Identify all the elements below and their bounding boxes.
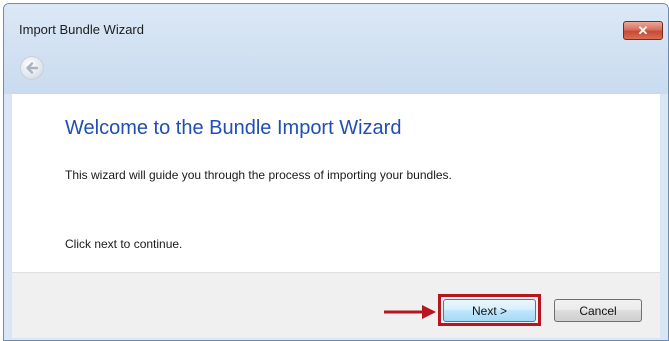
- description-text: This wizard will guide you through the p…: [65, 168, 452, 182]
- title-bar: Import Bundle Wizard ✕: [4, 4, 668, 94]
- page-title: Welcome to the Bundle Import Wizard: [65, 117, 402, 139]
- button-bar: Next > Cancel: [12, 272, 660, 338]
- back-button[interactable]: [20, 56, 44, 80]
- close-icon: ✕: [637, 22, 649, 38]
- window-title: Import Bundle Wizard: [19, 22, 144, 37]
- wizard-content: Welcome to the Bundle Import Wizard This…: [12, 94, 660, 272]
- back-arrow-icon: [26, 62, 39, 74]
- right-arrow-icon: [384, 305, 436, 319]
- next-button[interactable]: Next >: [443, 299, 536, 322]
- instruction-text: Click next to continue.: [65, 237, 183, 251]
- cancel-button[interactable]: Cancel: [554, 299, 642, 322]
- wizard-window: Import Bundle Wizard ✕ Welcome to the Bu…: [3, 3, 669, 341]
- close-button[interactable]: ✕: [623, 21, 663, 40]
